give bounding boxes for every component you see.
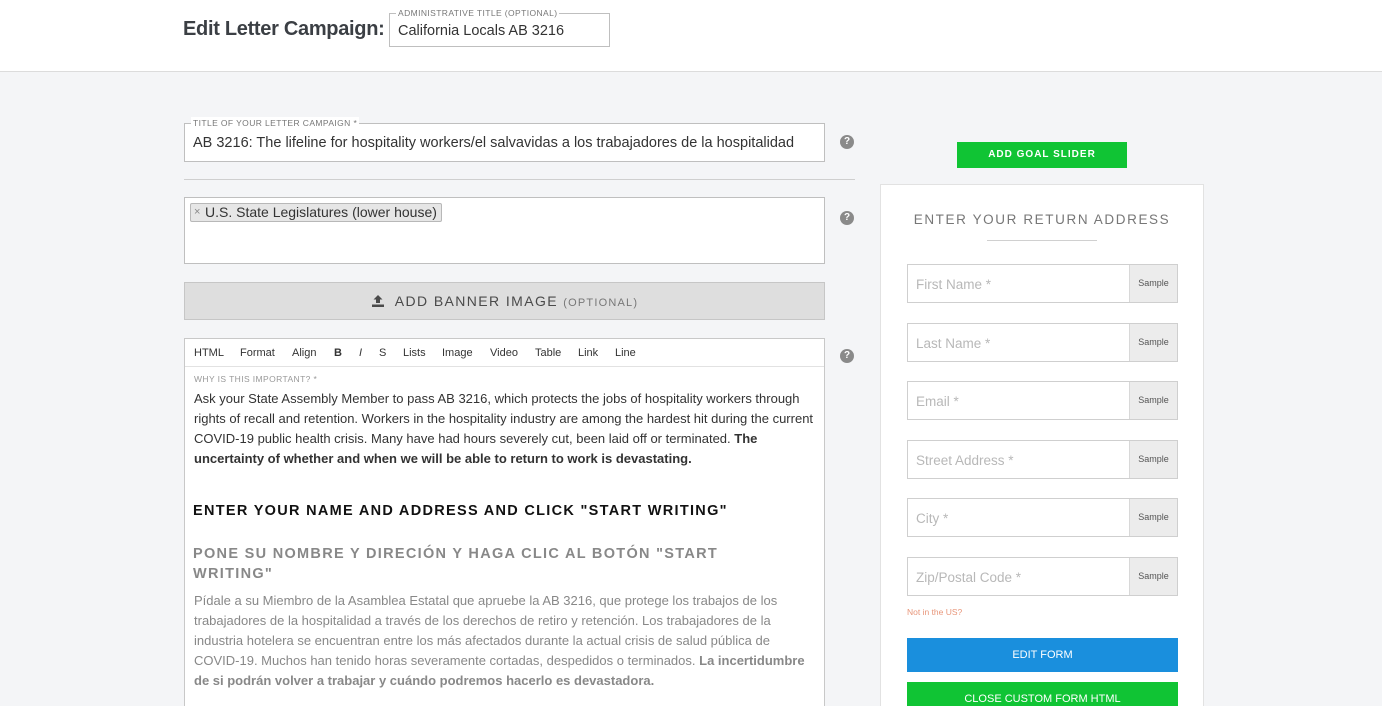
toolbar-table-button[interactable]: Table <box>535 347 561 359</box>
toolbar-align-button[interactable]: Align <box>292 347 316 359</box>
campaign-title-label: TITLE OF YOUR LETTER CAMPAIGN * <box>191 117 360 129</box>
target-tag-label: U.S. State Legislatures (lower house) <box>205 204 437 220</box>
heading-es: PONE SU NOMBRE Y DIRECIÓN Y HAGA CLIC AL… <box>193 546 719 582</box>
sample-button[interactable]: Sample <box>1129 558 1177 595</box>
toolbar-lists-button[interactable]: Lists <box>403 347 426 359</box>
email-field[interactable]: Email * Sample <box>907 381 1178 420</box>
zip-placeholder: Zip/Postal Code * <box>916 570 1022 585</box>
return-address-panel: ENTER YOUR RETURN ADDRESS First Name * S… <box>880 184 1204 706</box>
not-in-us-link[interactable]: Not in the US? <box>907 607 962 617</box>
banner-optional-label: (OPTIONAL) <box>563 297 639 309</box>
sample-button[interactable]: Sample <box>1129 499 1177 536</box>
rich-text-editor[interactable]: HTML Format Align B I S Lists Image Vide… <box>184 338 825 706</box>
editor-label: WHY IS THIS IMPORTANT? * <box>194 374 318 384</box>
target-tag: × U.S. State Legislatures (lower house) <box>190 203 442 222</box>
street-address-field[interactable]: Street Address * Sample <box>907 440 1178 479</box>
last-name-placeholder: Last Name * <box>916 336 991 351</box>
city-placeholder: City * <box>916 511 949 526</box>
toolbar-italic-button[interactable]: I <box>359 347 362 359</box>
heading-en: ENTER YOUR NAME AND ADDRESS AND CLICK "S… <box>193 503 728 519</box>
zip-field[interactable]: Zip/Postal Code * Sample <box>907 557 1178 596</box>
divider <box>184 179 855 180</box>
first-name-field[interactable]: First Name * Sample <box>907 264 1178 303</box>
campaign-title-field[interactable]: TITLE OF YOUR LETTER CAMPAIGN * AB 3216:… <box>184 117 825 162</box>
help-icon[interactable]: ? <box>840 349 854 363</box>
toolbar-strike-button[interactable]: S <box>379 347 386 359</box>
sample-button[interactable]: Sample <box>1129 265 1177 302</box>
toolbar-format-button[interactable]: Format <box>240 347 275 359</box>
divider <box>987 240 1097 241</box>
add-banner-image-button[interactable]: ADD BANNER IMAGE (OPTIONAL) <box>184 282 825 320</box>
toolbar-image-button[interactable]: Image <box>442 347 473 359</box>
toolbar-html-button[interactable]: HTML <box>194 347 224 359</box>
sample-button[interactable]: Sample <box>1129 324 1177 361</box>
campaign-title-input[interactable]: AB 3216: The lifeline for hospitality wo… <box>193 135 794 151</box>
email-placeholder: Email * <box>916 394 959 409</box>
last-name-field[interactable]: Last Name * Sample <box>907 323 1178 362</box>
edit-form-button[interactable]: EDIT FORM <box>907 638 1178 672</box>
toolbar-video-button[interactable]: Video <box>490 347 518 359</box>
sample-button[interactable]: Sample <box>1129 441 1177 478</box>
panel-title: ENTER YOUR RETURN ADDRESS <box>913 212 1171 227</box>
add-goal-slider-button[interactable]: ADD GOAL SLIDER <box>957 142 1127 168</box>
admin-title-field[interactable]: ADMINISTRATIVE TITLE (OPTIONAL) Californ… <box>389 7 610 47</box>
admin-title-input[interactable]: California Locals AB 3216 <box>398 23 564 39</box>
upload-icon <box>371 295 384 307</box>
toolbar-bold-button[interactable]: B <box>334 347 342 359</box>
toolbar-link-button[interactable]: Link <box>578 347 598 359</box>
top-bar: Edit Letter Campaign: ADMINISTRATIVE TIT… <box>0 0 1382 72</box>
admin-title-label: ADMINISTRATIVE TITLE (OPTIONAL) <box>396 7 560 19</box>
tag-remove-icon[interactable]: × <box>194 204 200 221</box>
body-paragraph-es: Pídale a su Miembro de la Asamblea Estat… <box>194 591 814 691</box>
sample-button[interactable]: Sample <box>1129 382 1177 419</box>
banner-label: ADD BANNER IMAGE <box>394 293 558 309</box>
help-icon[interactable]: ? <box>840 211 854 225</box>
city-field[interactable]: City * Sample <box>907 498 1178 537</box>
first-name-placeholder: First Name * <box>916 277 992 292</box>
street-address-placeholder: Street Address * <box>916 453 1014 468</box>
body-paragraph-en: Ask your State Assembly Member to pass A… <box>194 389 814 469</box>
page-title: Edit Letter Campaign: <box>183 18 385 40</box>
close-custom-form-html-button[interactable]: CLOSE CUSTOM FORM HTML <box>907 682 1178 706</box>
body-text-en: Ask your State Assembly Member to pass A… <box>194 391 814 446</box>
help-icon[interactable]: ? <box>840 135 854 149</box>
target-selector[interactable]: × U.S. State Legislatures (lower house) <box>184 197 825 264</box>
editor-toolbar: HTML Format Align B I S Lists Image Vide… <box>185 339 824 367</box>
toolbar-line-button[interactable]: Line <box>615 347 636 359</box>
body-text-es: Pídale a su Miembro de la Asamblea Estat… <box>194 593 778 668</box>
